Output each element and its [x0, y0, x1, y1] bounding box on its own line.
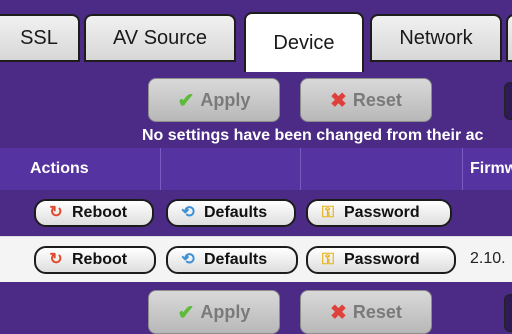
tab-device[interactable]: Device	[244, 12, 364, 72]
tab-av-source[interactable]: AV Source	[84, 14, 236, 62]
password-button-label: Password	[344, 204, 420, 221]
reboot-icon: ↻	[49, 251, 63, 268]
password-button-label: Password	[344, 251, 420, 268]
key-icon: ⚿	[321, 251, 335, 268]
column-divider	[462, 148, 463, 190]
reset-button[interactable]: ✖ Reset	[300, 78, 432, 122]
column-divider	[160, 148, 161, 190]
defaults-icon: ⟲	[181, 204, 195, 221]
defaults-button-label: Defaults	[204, 251, 268, 268]
reboot-button[interactable]: ↻ Reboot	[34, 246, 156, 274]
apply-button-label: Apply	[200, 301, 251, 322]
reboot-button[interactable]: ↻ Reboot	[34, 199, 154, 227]
status-notice: No settings have been changed from their…	[0, 125, 512, 147]
reset-button-label: Reset	[352, 89, 402, 110]
password-button[interactable]: ⚿ Password	[306, 199, 452, 227]
reboot-icon: ↻	[49, 204, 63, 221]
firmware-version: 2.10.	[470, 250, 506, 267]
defaults-button[interactable]: ⟲ Defaults	[166, 199, 296, 227]
reboot-button-label: Reboot	[72, 251, 128, 268]
tab-bar: SSL AV Source Device Network	[0, 0, 512, 72]
tab-device-label: Device	[273, 31, 335, 54]
tab-next-partial[interactable]	[506, 14, 512, 62]
tab-av-source-label: AV Source	[112, 26, 208, 49]
tab-network[interactable]: Network	[370, 14, 502, 62]
table-header: Actions Firmw	[0, 148, 512, 190]
tab-network-label: Network	[399, 26, 473, 49]
table-row: ↻ Reboot ⟲ Defaults ⚿ Password	[0, 190, 512, 236]
apply-button[interactable]: ✔ Apply	[148, 78, 280, 122]
bottom-button-row: ✔ Apply ✖ Reset	[0, 282, 512, 334]
table-row: ↻ Reboot ⟲ Defaults ⚿ Password 2.10.	[0, 236, 512, 284]
apply-button[interactable]: ✔ Apply	[148, 290, 280, 334]
status-notice-text: No settings have been changed from their…	[142, 127, 484, 144]
header-actions: Actions	[30, 160, 89, 177]
defaults-button-label: Defaults	[204, 204, 268, 221]
device-settings-panel: ✔ Apply ✖ Reset No settings have been ch…	[0, 70, 512, 334]
partial-button[interactable]	[504, 294, 512, 332]
tab-ssl-label: SSL	[20, 26, 58, 49]
cross-icon: ✖	[330, 89, 347, 112]
column-divider	[300, 148, 301, 190]
cross-icon: ✖	[330, 301, 347, 324]
header-firmware: Firmw	[470, 160, 512, 177]
checkmark-icon: ✔	[177, 301, 195, 324]
key-icon: ⚿	[321, 204, 335, 221]
checkmark-icon: ✔	[177, 89, 195, 112]
password-button[interactable]: ⚿ Password	[306, 246, 456, 274]
top-button-row: ✔ Apply ✖ Reset	[0, 70, 512, 122]
tab-ssl[interactable]: SSL	[0, 14, 80, 62]
reset-button-label: Reset	[352, 301, 402, 322]
partial-button[interactable]	[504, 82, 512, 120]
reboot-button-label: Reboot	[72, 204, 128, 221]
reset-button[interactable]: ✖ Reset	[300, 290, 432, 334]
apply-button-label: Apply	[200, 89, 251, 110]
defaults-button[interactable]: ⟲ Defaults	[166, 246, 298, 274]
defaults-icon: ⟲	[181, 251, 195, 268]
